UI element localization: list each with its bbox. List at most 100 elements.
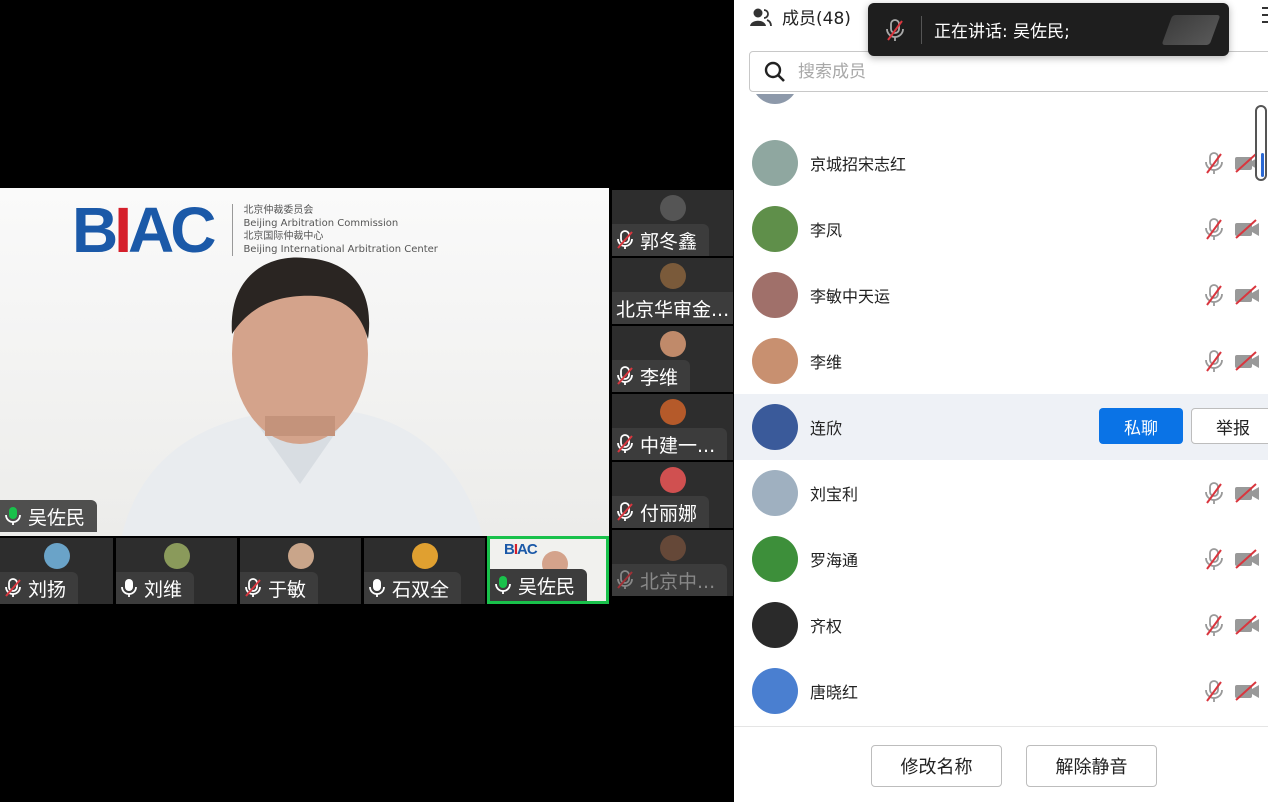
- list-item-partial[interactable]: [734, 94, 1268, 114]
- mic-muted-icon[interactable]: [1204, 283, 1224, 307]
- avatar: [659, 399, 686, 425]
- thumb-name: 郭冬鑫: [640, 230, 698, 253]
- member-name: 齐权: [810, 617, 843, 636]
- search-input[interactable]: [798, 61, 1178, 82]
- avatar: [411, 543, 438, 569]
- member-name: 连欣: [810, 419, 843, 438]
- member-status-icons: [1204, 349, 1268, 373]
- avatar: [752, 668, 798, 714]
- mic-muted-icon[interactable]: [1204, 481, 1224, 505]
- thumb-name: 李维: [640, 366, 679, 389]
- member-name: 罗海通: [810, 551, 859, 570]
- thumb-name-tag: 李维: [612, 360, 691, 392]
- toast-mic-area: [868, 15, 922, 44]
- bottom-thumb-1[interactable]: 刘扬: [0, 538, 113, 604]
- list-item[interactable]: 罗海通: [734, 526, 1268, 592]
- private-chat-button[interactable]: 私聊: [1099, 408, 1183, 444]
- thumb-name: 于敏: [268, 578, 307, 601]
- avatar: [752, 404, 798, 450]
- mic-muted-icon[interactable]: [1204, 547, 1224, 571]
- mic-muted-icon[interactable]: [1204, 679, 1224, 703]
- panel-header: 成员(48): [750, 4, 851, 29]
- thumb-name-tag: 付丽娜: [612, 496, 710, 528]
- thumb-name-tag: 于敏: [240, 572, 319, 604]
- thumb-name-tag: 刘扬: [0, 572, 79, 604]
- side-thumb-6[interactable]: 北京中...: [612, 530, 733, 596]
- mic-muted-icon[interactable]: [1204, 349, 1224, 373]
- bottom-thumb-5-active[interactable]: BIAC 吴佐民: [487, 536, 609, 604]
- bottom-thumb-4[interactable]: 石双全: [364, 538, 485, 604]
- mic-muted-icon: [617, 434, 633, 453]
- toast-watermark: [1161, 15, 1221, 45]
- mic-muted-icon[interactable]: [1204, 217, 1224, 241]
- member-name: 京城招宋志红: [810, 155, 907, 174]
- camera-off-icon[interactable]: [1234, 547, 1260, 571]
- mic-muted-icon[interactable]: [1204, 613, 1224, 637]
- mic-muted-icon: [617, 366, 633, 385]
- camera-off-icon[interactable]: [1234, 481, 1260, 505]
- member-name: 李维: [810, 353, 843, 372]
- avatar: [659, 331, 686, 357]
- avatar: [752, 140, 798, 186]
- thumb-name: 吴佐民: [518, 575, 576, 598]
- bottom-thumb-3[interactable]: 于敏: [240, 538, 361, 604]
- video-area: BIAC 北京仲裁委员会 Beijing Arbitration Commiss…: [0, 0, 734, 802]
- camera-off-icon[interactable]: [1234, 349, 1260, 373]
- list-scrollbar[interactable]: [1255, 105, 1267, 181]
- members-icon: [750, 8, 772, 26]
- speaker-name: 吴佐民: [28, 506, 86, 529]
- list-item[interactable]: 李维: [734, 328, 1268, 394]
- main-speaker-video[interactable]: BIAC 北京仲裁委员会 Beijing Arbitration Commiss…: [0, 188, 609, 536]
- camera-off-icon[interactable]: [1234, 283, 1260, 307]
- search-icon: [764, 61, 785, 82]
- list-item[interactable]: 李敏中天运: [734, 262, 1268, 328]
- speaker-figure: [121, 257, 483, 536]
- list-item[interactable]: 李凤: [734, 196, 1268, 262]
- avatar: [659, 195, 686, 221]
- side-thumb-4[interactable]: 中建一...: [612, 394, 733, 460]
- avatar: [752, 470, 798, 516]
- mic-muted-icon: [617, 230, 633, 249]
- side-thumb-2[interactable]: 北京华审金...: [612, 258, 733, 324]
- side-thumb-1[interactable]: 郭冬鑫: [612, 190, 733, 256]
- search-box[interactable]: [749, 51, 1268, 92]
- mic-muted-icon: [617, 570, 633, 589]
- avatar: [659, 263, 686, 289]
- mic-muted-icon[interactable]: [1204, 151, 1224, 175]
- avatar: [163, 543, 190, 569]
- camera-off-icon[interactable]: [1234, 613, 1260, 637]
- mic-icon: [121, 579, 137, 597]
- side-thumb-3[interactable]: 李维: [612, 326, 733, 392]
- thumb-name: 中建一...: [640, 434, 716, 457]
- mic-muted-icon: [617, 502, 633, 521]
- member-name: 李敏中天运: [810, 287, 891, 306]
- avatar: [752, 94, 798, 104]
- member-status-icons: [1204, 283, 1268, 307]
- thumb-name-tag: 北京华审金...: [612, 292, 733, 324]
- report-button[interactable]: 举报: [1191, 408, 1268, 444]
- list-item[interactable]: 刘宝利: [734, 460, 1268, 526]
- member-status-icons: [1204, 547, 1268, 571]
- member-list[interactable]: 京城招宋志红 李凤 李敏中天运 李维 连欣 私聊 举报 刘宝利 罗海通 齐权 唐…: [734, 94, 1268, 726]
- camera-off-icon[interactable]: [1234, 217, 1260, 241]
- menu-icon[interactable]: [1262, 6, 1268, 24]
- speaker-name-tag: 吴佐民: [0, 500, 98, 532]
- member-name: 刘宝利: [810, 485, 859, 504]
- list-item[interactable]: 齐权: [734, 592, 1268, 658]
- side-thumb-5[interactable]: 付丽娜: [612, 462, 733, 528]
- bottom-thumb-2[interactable]: 刘维: [116, 538, 237, 604]
- camera-off-icon[interactable]: [1234, 679, 1260, 703]
- unmute-button[interactable]: 解除静音: [1026, 745, 1157, 787]
- rename-button[interactable]: 修改名称: [871, 745, 1002, 787]
- member-status-icons: [1204, 679, 1268, 703]
- thumb-name: 刘维: [144, 578, 183, 601]
- list-item[interactable]: 唐晓红: [734, 658, 1268, 724]
- avatar: [752, 338, 798, 384]
- thumb-name: 刘扬: [28, 578, 67, 601]
- list-item[interactable]: 京城招宋志红: [734, 130, 1268, 196]
- mini-logo: BIAC: [504, 541, 538, 558]
- member-status-icons: [1204, 217, 1268, 241]
- thumb-name: 北京中...: [640, 570, 716, 593]
- list-item-hovered[interactable]: 连欣 私聊 举报: [734, 394, 1268, 460]
- speaking-mic-icon: [5, 507, 21, 525]
